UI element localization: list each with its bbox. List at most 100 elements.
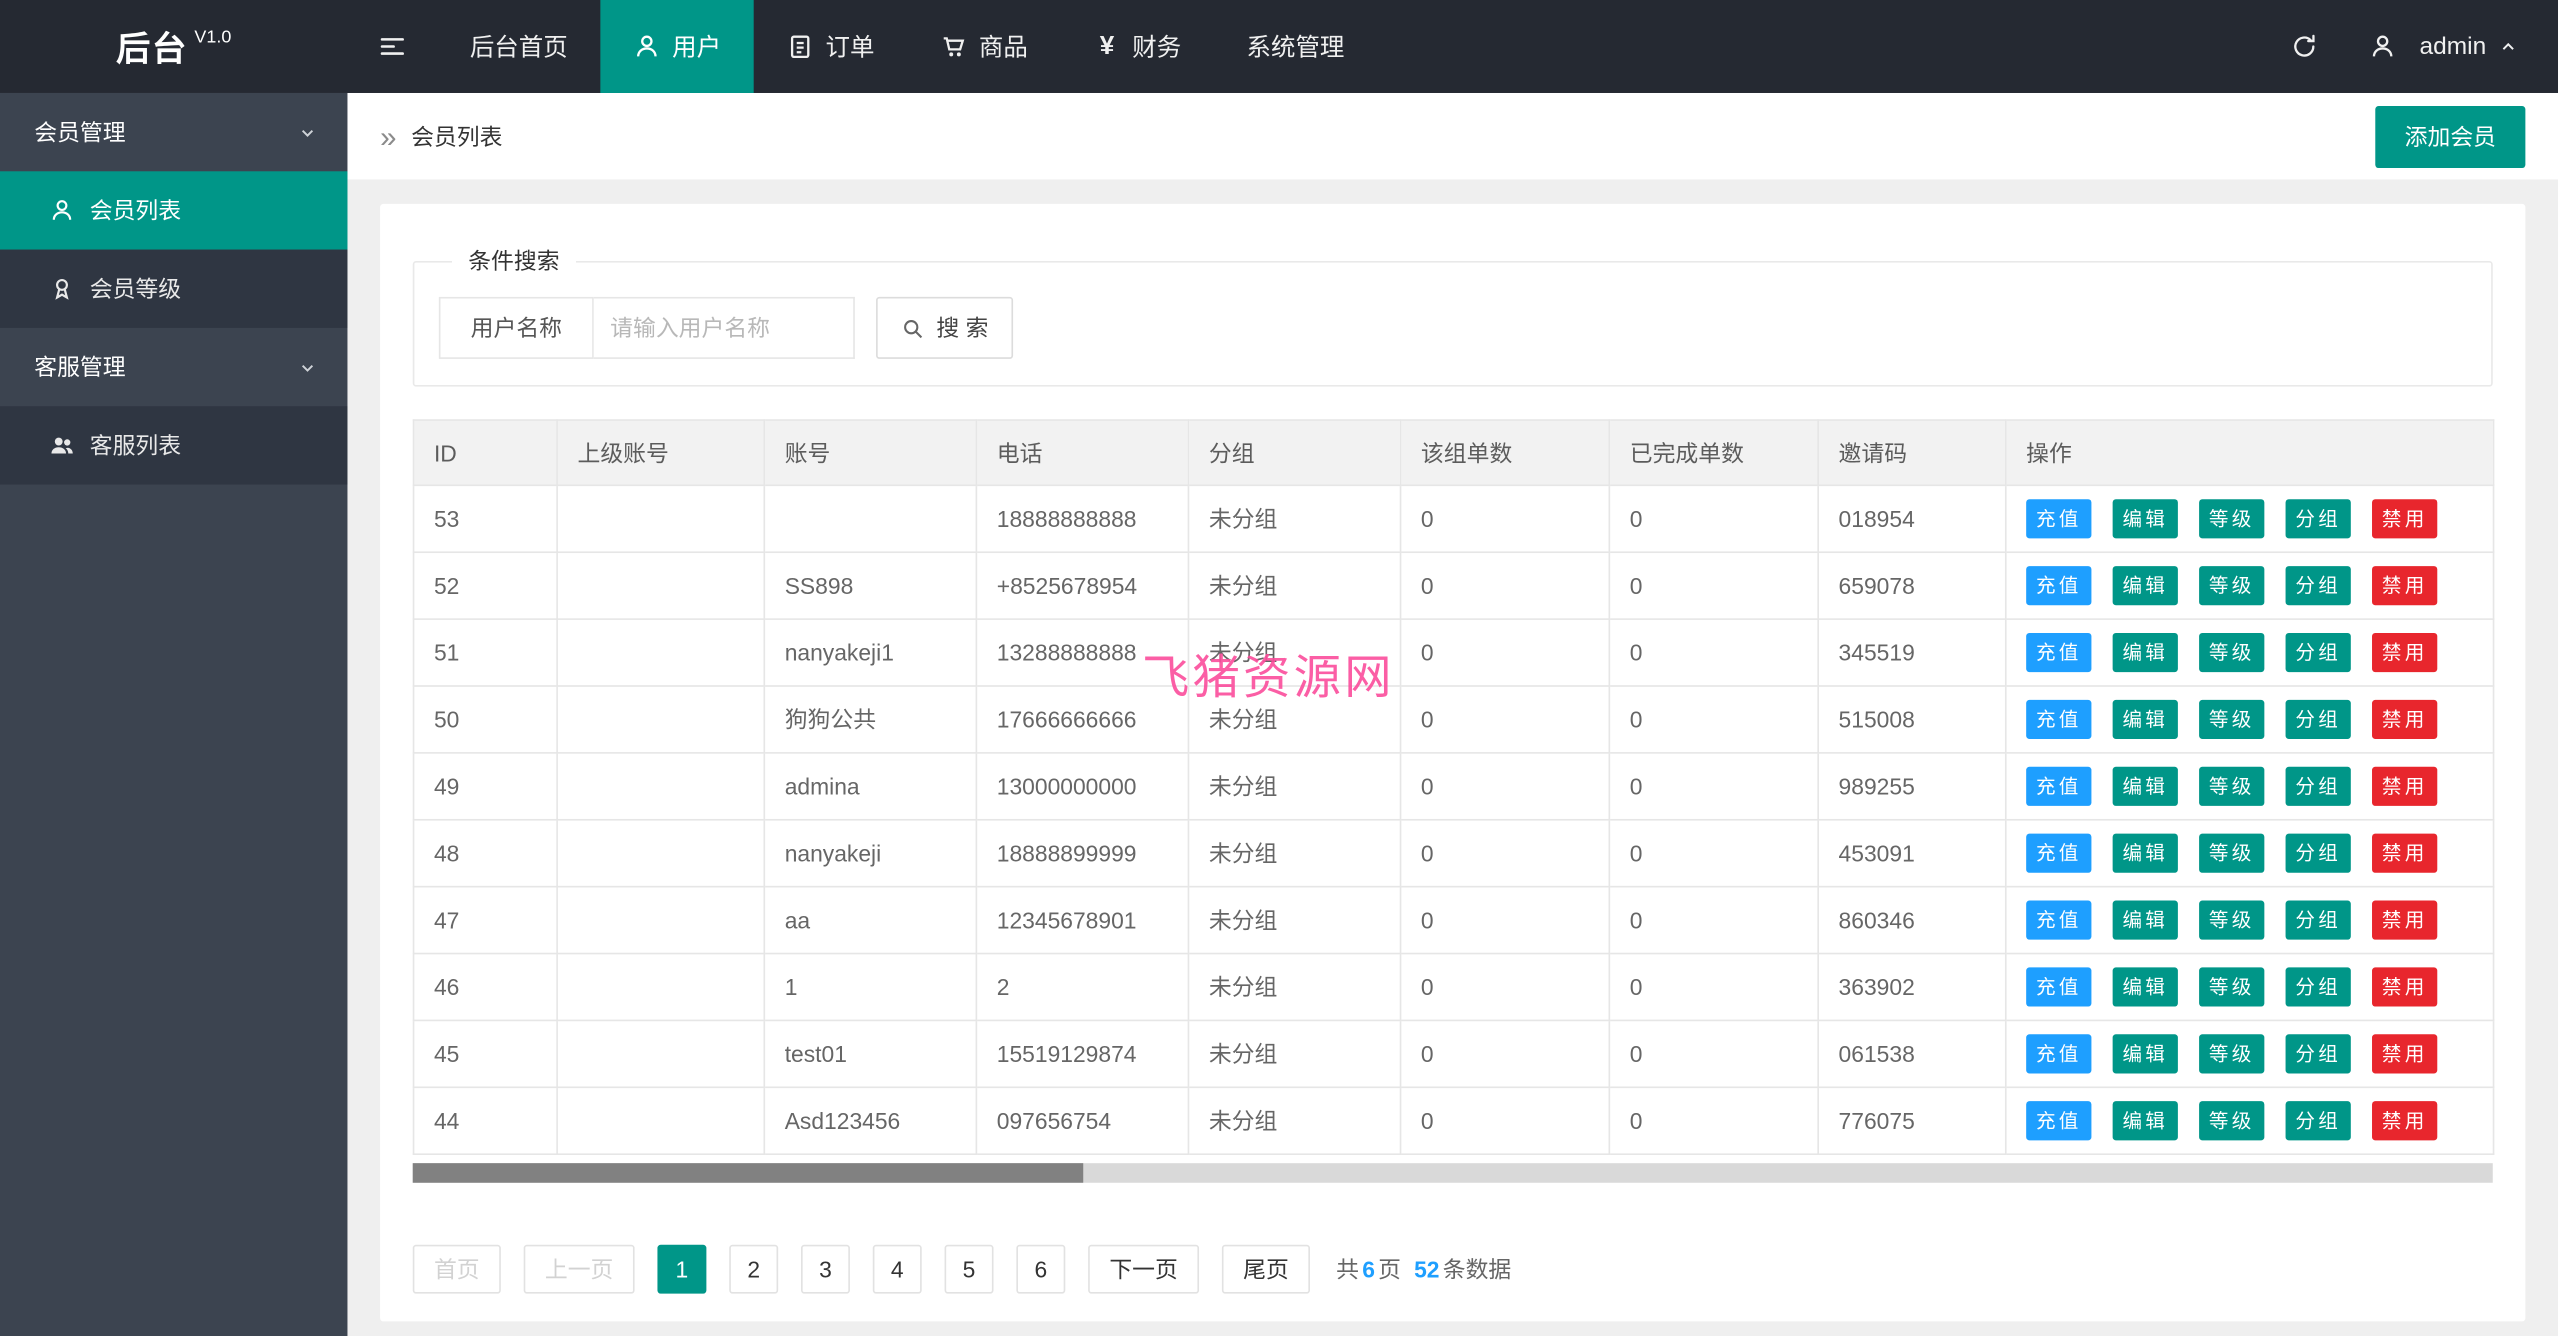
table-cell: [557, 619, 764, 686]
edit-button[interactable]: 编辑: [2113, 767, 2178, 806]
topnav-item-home[interactable]: 后台首页: [437, 0, 600, 93]
table-cell: 0: [1401, 887, 1610, 954]
collapse-sidebar-button[interactable]: [347, 0, 437, 93]
recharge-button[interactable]: 充值: [2026, 1034, 2091, 1073]
page-button-last[interactable]: 尾页: [1222, 1245, 1310, 1294]
edit-button[interactable]: 编辑: [2113, 834, 2178, 873]
disable-button[interactable]: 禁用: [2372, 499, 2437, 538]
sidebar-item-member-level[interactable]: 会员等级: [0, 250, 347, 328]
level-button[interactable]: 等级: [2199, 700, 2264, 739]
topnav-item-goods[interactable]: 商品: [907, 0, 1060, 93]
level-button[interactable]: 等级: [2199, 767, 2264, 806]
level-button[interactable]: 等级: [2199, 901, 2264, 940]
table-cell: [557, 686, 764, 753]
topnav-item-system[interactable]: 系统管理: [1214, 0, 1377, 93]
page-button-page-2[interactable]: 2: [729, 1245, 778, 1294]
level-button[interactable]: 等级: [2199, 566, 2264, 605]
horizontal-scrollbar[interactable]: [413, 1163, 2493, 1183]
group-button[interactable]: 分组: [2286, 499, 2351, 538]
table-cell: [557, 485, 764, 552]
recharge-button[interactable]: 充值: [2026, 901, 2091, 940]
topnav-item-users[interactable]: 用户: [600, 0, 753, 93]
edit-button[interactable]: 编辑: [2113, 967, 2178, 1006]
recharge-button[interactable]: 充值: [2026, 499, 2091, 538]
sidebar-item-member-list[interactable]: 会员列表: [0, 171, 347, 249]
group-button[interactable]: 分组: [2286, 1101, 2351, 1140]
edit-button[interactable]: 编辑: [2113, 499, 2178, 538]
topnav-item-label: 用户: [672, 29, 721, 63]
refresh-button[interactable]: [2261, 0, 2346, 93]
edit-button[interactable]: 编辑: [2113, 633, 2178, 672]
app-logo[interactable]: 后台 V1.0: [0, 0, 347, 93]
edit-button[interactable]: 编辑: [2113, 901, 2178, 940]
recharge-button[interactable]: 充值: [2026, 834, 2091, 873]
edit-button[interactable]: 编辑: [2113, 1034, 2178, 1073]
disable-button[interactable]: 禁用: [2372, 1101, 2437, 1140]
sidebar-item-service-list[interactable]: 客服列表: [0, 406, 347, 484]
level-button[interactable]: 等级: [2199, 633, 2264, 672]
search-button[interactable]: 搜 索: [876, 297, 1013, 359]
recharge-button[interactable]: 充值: [2026, 967, 2091, 1006]
actions-cell: 充值编辑等级分组禁用: [2006, 1020, 2494, 1087]
group-button[interactable]: 分组: [2286, 901, 2351, 940]
table-row: 45test0115519129874未分组00061538充值编辑等级分组禁用: [414, 1020, 2494, 1087]
actions-cell: 充值编辑等级分组禁用: [2006, 686, 2494, 753]
table-row: 48nanyakeji18888899999未分组00453091充值编辑等级分…: [414, 820, 2494, 887]
recharge-button[interactable]: 充值: [2026, 566, 2091, 605]
total-records: 52: [1414, 1256, 1439, 1282]
group-button[interactable]: 分组: [2286, 767, 2351, 806]
user-menu[interactable]: admin: [2346, 0, 2558, 93]
disable-button[interactable]: 禁用: [2372, 901, 2437, 940]
recharge-button[interactable]: 充值: [2026, 700, 2091, 739]
disable-button[interactable]: 禁用: [2372, 566, 2437, 605]
scrollbar-thumb[interactable]: [413, 1163, 1083, 1183]
member-list-card: 条件搜索 用户名称 搜 索: [380, 204, 2525, 1321]
page-button-page-1[interactable]: 1: [657, 1245, 706, 1294]
sidebar-group-member-management[interactable]: 会员管理: [0, 93, 347, 171]
topnav-item-orders[interactable]: 订单: [754, 0, 907, 93]
disable-button[interactable]: 禁用: [2372, 1034, 2437, 1073]
level-button[interactable]: 等级: [2199, 1101, 2264, 1140]
recharge-button[interactable]: 充值: [2026, 767, 2091, 806]
disable-button[interactable]: 禁用: [2372, 834, 2437, 873]
sidebar-group-service-management[interactable]: 客服管理: [0, 328, 347, 406]
refresh-icon: [2290, 33, 2318, 61]
edit-button[interactable]: 编辑: [2113, 700, 2178, 739]
level-button[interactable]: 等级: [2199, 1034, 2264, 1073]
level-button[interactable]: 等级: [2199, 499, 2264, 538]
topnav-item-finance[interactable]: ¥财务: [1060, 0, 1213, 93]
level-button[interactable]: 等级: [2199, 967, 2264, 1006]
table-row: 52SS898+8525678954未分组00659078充值编辑等级分组禁用: [414, 552, 2494, 619]
member-table: ID上级账号账号电话分组该组单数已完成单数邀请码操作 5318888888888…: [413, 419, 2495, 1155]
page-button-next[interactable]: 下一页: [1088, 1245, 1199, 1294]
group-button[interactable]: 分组: [2286, 834, 2351, 873]
table-cell: 45: [414, 1020, 558, 1087]
group-button[interactable]: 分组: [2286, 700, 2351, 739]
add-member-button[interactable]: 添加会员: [2375, 105, 2525, 167]
column-header-7: 已完成单数: [1609, 420, 1818, 485]
hamburger-icon: [377, 31, 408, 62]
recharge-button[interactable]: 充值: [2026, 633, 2091, 672]
page-button-page-3[interactable]: 3: [801, 1245, 850, 1294]
table-cell: 47: [414, 887, 558, 954]
recharge-button[interactable]: 充值: [2026, 1101, 2091, 1140]
table-cell: 未分组: [1188, 887, 1400, 954]
people-icon: [49, 432, 75, 458]
disable-button[interactable]: 禁用: [2372, 633, 2437, 672]
disable-button[interactable]: 禁用: [2372, 967, 2437, 1006]
group-button[interactable]: 分组: [2286, 1034, 2351, 1073]
edit-button[interactable]: 编辑: [2113, 566, 2178, 605]
table-cell: 097656754: [976, 1087, 1188, 1154]
group-button[interactable]: 分组: [2286, 967, 2351, 1006]
edit-button[interactable]: 编辑: [2113, 1101, 2178, 1140]
level-button[interactable]: 等级: [2199, 834, 2264, 873]
disable-button[interactable]: 禁用: [2372, 767, 2437, 806]
page-button-page-6[interactable]: 6: [1016, 1245, 1065, 1294]
actions-cell: 充值编辑等级分组禁用: [2006, 887, 2494, 954]
page-button-page-5[interactable]: 5: [945, 1245, 994, 1294]
disable-button[interactable]: 禁用: [2372, 700, 2437, 739]
group-button[interactable]: 分组: [2286, 566, 2351, 605]
username-input[interactable]: [594, 297, 855, 359]
page-button-page-4[interactable]: 4: [873, 1245, 922, 1294]
group-button[interactable]: 分组: [2286, 633, 2351, 672]
